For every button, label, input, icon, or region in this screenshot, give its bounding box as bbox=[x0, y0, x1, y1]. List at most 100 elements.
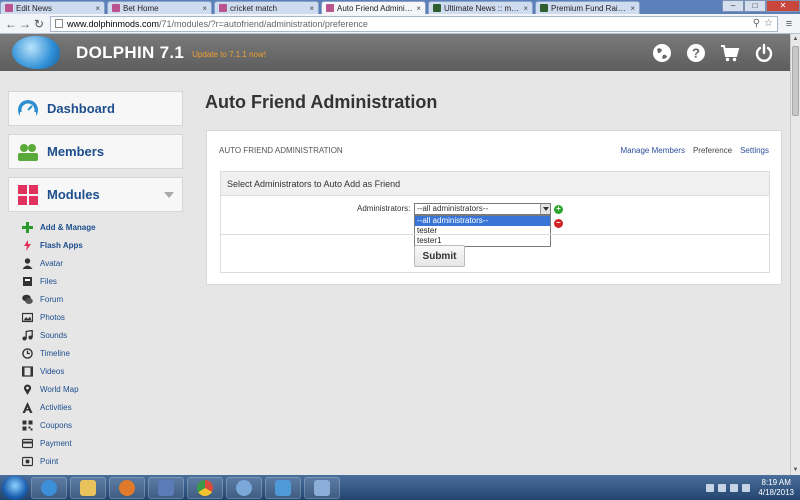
sidebar-item-label: Forum bbox=[40, 294, 64, 304]
site-title: DOLPHIN 7.1 bbox=[76, 42, 185, 62]
sidebar-item-label: World Map bbox=[40, 384, 79, 394]
files-icon bbox=[22, 276, 33, 287]
update-link[interactable]: Update to 7.1.1 now! bbox=[192, 50, 266, 59]
window-controls: – □ ✕ bbox=[722, 0, 800, 12]
tab-auto-friend-administration[interactable]: Auto Friend Administratio × bbox=[321, 1, 426, 14]
internet-explorer-icon bbox=[41, 479, 57, 496]
remove-icon[interactable]: – bbox=[554, 219, 563, 228]
arrow-right-icon[interactable]: → bbox=[18, 17, 32, 31]
globe-icon[interactable] bbox=[652, 43, 672, 63]
menu-icon[interactable]: ≡ bbox=[782, 18, 796, 30]
tab-close-icon[interactable]: × bbox=[630, 4, 635, 13]
url-path: /71/modules/?r=autofriend/administration… bbox=[159, 18, 368, 29]
taskbar-paint[interactable] bbox=[304, 476, 340, 499]
power-icon[interactable] bbox=[754, 43, 774, 63]
sidebar-item-videos[interactable]: Videos bbox=[8, 362, 183, 380]
vertical-scrollbar[interactable]: ▲ ▼ bbox=[790, 34, 800, 475]
taskbar-ie[interactable] bbox=[31, 476, 67, 499]
tab-close-icon[interactable]: × bbox=[95, 4, 100, 13]
activities-icon bbox=[22, 401, 33, 413]
tab-bet-home[interactable]: Bet Home × bbox=[107, 1, 212, 14]
sidebar-item-add-manage[interactable]: Add & Manage bbox=[8, 218, 183, 236]
tab-premium-fund-raiser[interactable]: Premium Fund Raiser :: m × bbox=[535, 1, 640, 14]
sounds-icon bbox=[22, 329, 33, 341]
app-icon bbox=[158, 479, 174, 496]
zoom-icon[interactable]: ⚲ bbox=[753, 18, 760, 29]
sidebar-item-activities[interactable]: Activities bbox=[8, 398, 183, 416]
maximize-button[interactable]: □ bbox=[744, 0, 766, 12]
add-icon[interactable]: + bbox=[554, 205, 563, 214]
sidebar-item-avatar[interactable]: Avatar bbox=[8, 254, 183, 272]
clock[interactable]: 8:19 AM 4/18/2013 bbox=[758, 478, 794, 498]
tab-edit-news[interactable]: Edit News × bbox=[0, 1, 105, 14]
help-icon[interactable]: ? bbox=[686, 43, 706, 63]
tab-close-icon[interactable]: × bbox=[309, 4, 314, 13]
tab-favicon bbox=[433, 4, 441, 12]
sidebar-item-label: Photos bbox=[40, 312, 65, 322]
settings-link[interactable]: Settings bbox=[740, 146, 769, 155]
tab-label: Auto Friend Administratio bbox=[337, 3, 414, 13]
tab-close-icon[interactable]: × bbox=[523, 4, 528, 13]
tray-icon[interactable] bbox=[718, 483, 727, 492]
dropdown-arrow-icon[interactable] bbox=[540, 204, 550, 214]
reload-icon[interactable]: ↻ bbox=[32, 17, 46, 31]
start-button[interactable] bbox=[2, 475, 28, 500]
sidebar-item-label: Sounds bbox=[40, 330, 68, 340]
sidebar-item-coupons[interactable]: Coupons bbox=[8, 416, 183, 434]
payment-icon bbox=[22, 438, 33, 449]
taskbar-chrome[interactable] bbox=[187, 476, 223, 499]
taskbar-explorer[interactable] bbox=[70, 476, 106, 499]
volume-icon[interactable] bbox=[742, 483, 751, 492]
scroll-up-icon[interactable]: ▲ bbox=[791, 34, 800, 44]
sidebar-item-files[interactable]: Files bbox=[8, 272, 183, 290]
administrators-select[interactable]: --all administrators-- bbox=[414, 203, 551, 215]
tab-favicon bbox=[326, 4, 334, 12]
minimize-button[interactable]: – bbox=[722, 0, 744, 12]
header-icons: ? bbox=[652, 43, 790, 63]
panel-links: Manage Members Preference Settings bbox=[620, 146, 769, 155]
submit-button[interactable]: Submit bbox=[414, 245, 465, 267]
sidebar-label: Dashboard bbox=[47, 101, 115, 116]
sidebar-item-label: Flash Apps bbox=[40, 240, 83, 250]
taskbar-media[interactable] bbox=[109, 476, 145, 499]
sidebar-item-members[interactable]: Members bbox=[8, 134, 183, 169]
tab-close-icon[interactable]: × bbox=[202, 4, 207, 13]
scrollbar-thumb[interactable] bbox=[792, 46, 799, 116]
sidebar-item-point[interactable]: Point bbox=[8, 452, 183, 470]
sidebar-item-dashboard[interactable]: Dashboard bbox=[8, 91, 183, 126]
sidebar-item-timeline[interactable]: Timeline bbox=[8, 344, 183, 362]
sidebar-item-flash-apps[interactable]: Flash Apps bbox=[8, 236, 183, 254]
sidebar-item-forum[interactable]: Forum bbox=[8, 290, 183, 308]
taskbar-app6[interactable] bbox=[226, 476, 262, 499]
map-pin-icon bbox=[22, 384, 33, 395]
sidebar-item-sounds[interactable]: Sounds bbox=[8, 326, 183, 344]
tab-favicon bbox=[5, 4, 13, 12]
star-icon[interactable]: ☆ bbox=[764, 18, 773, 29]
tray-icon[interactable] bbox=[706, 483, 715, 492]
close-window-button[interactable]: ✕ bbox=[766, 0, 800, 12]
sidebar-item-payment[interactable]: Payment bbox=[8, 434, 183, 452]
sidebar-item-world-map[interactable]: World Map bbox=[8, 380, 183, 398]
tab-cricket-match[interactable]: cricket match × bbox=[214, 1, 319, 14]
paint-icon bbox=[314, 479, 330, 496]
cart-icon[interactable] bbox=[720, 43, 740, 63]
coupons-icon bbox=[22, 420, 33, 431]
tab-close-icon[interactable]: × bbox=[416, 4, 421, 13]
scroll-down-icon[interactable]: ▼ bbox=[791, 465, 800, 475]
arrow-left-icon[interactable]: ← bbox=[4, 17, 18, 31]
network-icon[interactable] bbox=[730, 483, 739, 492]
sidebar-item-modules[interactable]: Modules bbox=[8, 177, 183, 212]
dropdown-option[interactable]: --all administrators-- bbox=[415, 216, 550, 226]
preference-link[interactable]: Preference bbox=[693, 146, 732, 155]
chevron-down-icon[interactable] bbox=[164, 191, 174, 198]
taskbar-app4[interactable] bbox=[148, 476, 184, 499]
site-logo[interactable] bbox=[0, 34, 62, 71]
sidebar-item-label: Point bbox=[40, 456, 59, 466]
tab-ultimate-news[interactable]: Ultimate News :: modzzz × bbox=[428, 1, 533, 14]
taskbar-app7[interactable] bbox=[265, 476, 301, 499]
tab-label: Edit News bbox=[16, 3, 53, 13]
sidebar-item-photos[interactable]: Photos bbox=[8, 308, 183, 326]
manage-members-link[interactable]: Manage Members bbox=[620, 146, 684, 155]
address-bar[interactable]: www.dolphinmods.com /71/modules/?r=autof… bbox=[50, 15, 778, 32]
administrators-dropdown: --all administrators-- tester tester1 bbox=[414, 215, 551, 247]
